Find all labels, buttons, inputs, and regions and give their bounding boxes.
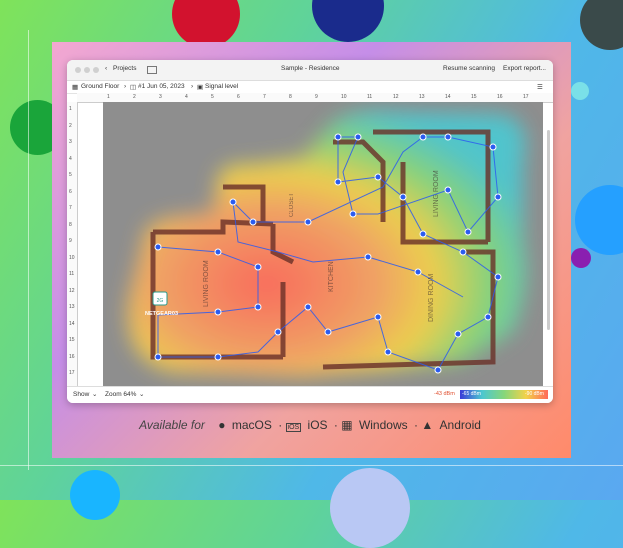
ruler-tick-label: 6 [237,94,240,100]
ruler-tick-label: 16 [69,354,75,360]
resume-scanning-button[interactable]: Resume scanning [443,65,495,72]
bg-circle-navy [312,0,384,42]
chevron-right-icon: › [191,83,193,90]
back-chevron-icon[interactable]: ‹ [105,65,107,72]
ruler-tick-label: 5 [69,172,72,178]
ruler-tick-label: 8 [69,222,72,228]
bg-circle-dark [580,0,623,50]
ruler-tick-label: 16 [497,94,503,100]
ruler-tick-label: 2 [133,94,136,100]
room-label-living2: LIVING ROOM [433,170,440,217]
ruler-tick-label: 10 [341,94,347,100]
available-label: Available for [139,418,205,432]
heatmap-canvas[interactable]: LIVING ROOM KITCHEN DINING ROOM LIVING R… [103,102,543,386]
separator-dot: · [334,418,338,432]
zoom-menu[interactable]: Zoom 64% [105,391,136,398]
status-bar: Show ⌄ Zoom 64% ⌄ -43 dBm -65 dBm -90 dB… [67,386,553,403]
ruler-tick-label: 3 [159,94,162,100]
platform-windows: Windows [359,418,408,432]
settings-sliders-icon[interactable]: ☰ [537,83,543,91]
ruler-tick-label: 15 [69,337,75,343]
ruler-tick-label: 7 [69,205,72,211]
apple-icon: ● [218,418,225,432]
ruler-tick-label: 9 [69,238,72,244]
app-window: ‹ Projects Sample - Residence Resume sca… [67,60,553,403]
ruler-tick-label: 2 [69,123,72,129]
room-label-kitchen: KITCHEN [328,261,335,292]
ruler-tick-label: 8 [289,94,292,100]
legend-max: -90 dBm [525,391,544,397]
android-icon: ▲ [421,418,433,432]
ruler-tick-label: 4 [69,156,72,162]
ruler-tick-label: 15 [471,94,477,100]
room-label-dining: DINING ROOM [428,274,435,322]
ruler-tick-label: 4 [185,94,188,100]
ruler-tick-label: 6 [69,189,72,195]
scan-icon: ◫ [130,83,136,91]
bg-circle-purple [571,248,591,268]
ruler-tick-label: 5 [211,94,214,100]
sidebar-toggle-icon[interactable] [147,66,157,74]
ruler-tick-label: 3 [69,139,72,145]
bg-circle-cyan [571,82,589,100]
bg-line [28,30,30,470]
router-name: NETGEAR03 [145,311,178,317]
window-close-button[interactable] [75,67,81,73]
view-selector[interactable]: Signal level [205,83,238,90]
windows-icon: ▦ [341,418,352,432]
bg-circle-red [172,0,240,48]
room-label-living: LIVING ROOM [203,260,210,307]
room-label-closet: CLOSET [289,193,295,217]
ruler-left: 1234567891011121314151617 [67,102,78,386]
ruler-tick-label: 14 [69,321,75,327]
floor-plan-svg: LIVING ROOM KITCHEN DINING ROOM LIVING R… [103,102,543,386]
bg-circle-blue [575,185,623,255]
ruler-tick-label: 12 [69,288,75,294]
export-report-button[interactable]: Export report... [503,65,546,72]
ruler-tick-label: 10 [69,255,75,261]
ruler-tick-label: 12 [393,94,399,100]
signal-icon: ▣ [197,83,203,91]
ruler-tick-label: 9 [315,94,318,100]
platform-android: Android [440,418,481,432]
ruler-tick-label: 14 [445,94,451,100]
ruler-tick-label: 7 [263,94,266,100]
ruler-tick-label: 13 [419,94,425,100]
bg-circle-bottom-light [330,468,410,548]
ios-icon: iOS [286,423,302,432]
window-title: Sample - Residence [281,65,340,72]
zoom-chevron-icon: ⌄ [139,390,144,398]
ruler-tick-label: 17 [69,370,75,376]
router-band: 2G [157,298,164,304]
ruler-tick-label: 11 [367,94,372,100]
chevron-right-icon: › [124,83,126,90]
platform-macos: macOS [232,418,272,432]
floor-icon: ▦ [72,83,78,91]
projects-button[interactable]: Projects [113,65,136,72]
separator-dot: · [414,418,418,432]
platform-ios: iOS [308,418,328,432]
titlebar: ‹ Projects Sample - Residence Resume sca… [67,60,553,81]
show-chevron-icon: ⌄ [92,390,97,398]
bg-circle-bottom-blue [70,470,120,520]
window-zoom-button[interactable] [93,67,99,73]
ruler-tick-label: 1 [69,106,72,112]
separator-dot: · [278,418,282,432]
legend-min: -43 dBm [434,391,455,397]
ruler-tick-label: 13 [69,304,75,310]
vertical-scrollbar[interactable] [547,130,550,330]
breadcrumb-floor[interactable]: Ground Floor [81,83,119,90]
ruler-tick-label: 1 [107,94,110,100]
ruler-tick-label: 11 [69,271,74,277]
bg-line [0,465,623,466]
ruler-tick-label: 17 [523,94,529,100]
show-menu[interactable]: Show [73,391,89,398]
platform-footer: Available for ● macOS · iOS iOS · ▦ Wind… [52,418,571,432]
breadcrumb-scan[interactable]: #1 Jun 05, 2023 [138,83,185,90]
legend-mid: -65 dBm [462,391,481,397]
window-minimize-button[interactable] [84,67,90,73]
